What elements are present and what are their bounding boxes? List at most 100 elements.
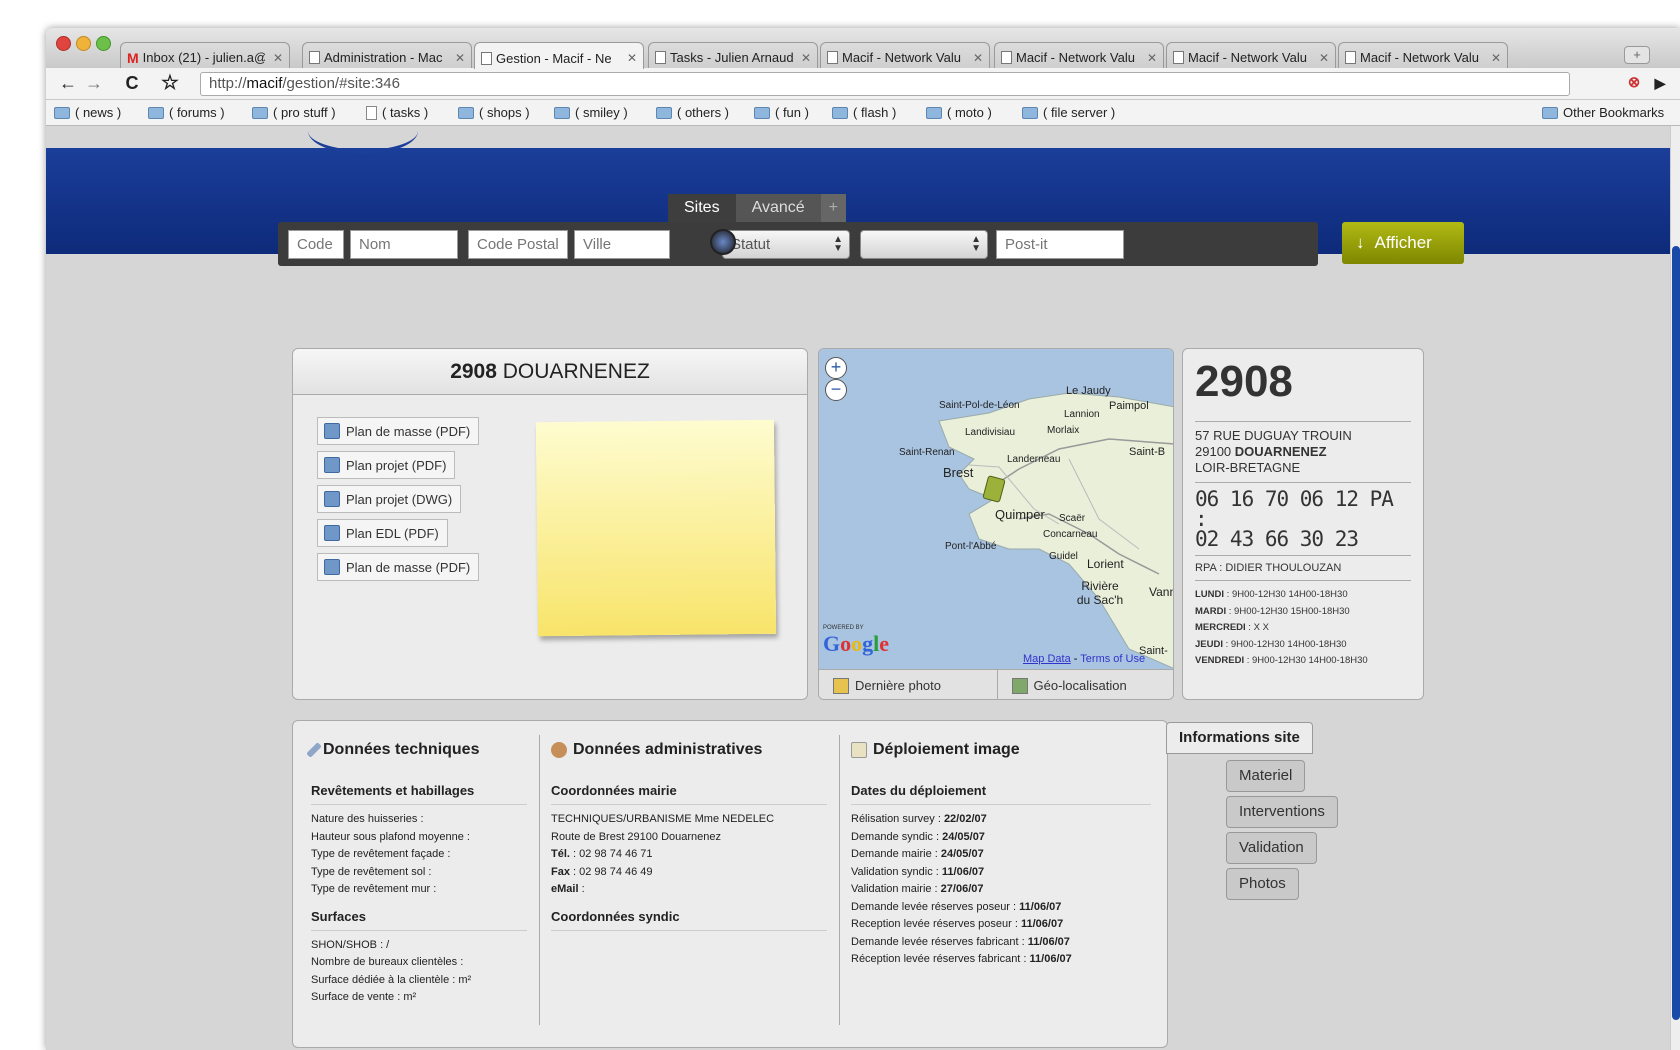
folder-icon <box>252 106 268 119</box>
section-title: Revêtements et habillages <box>311 783 527 805</box>
extension-icon[interactable]: ⊗ <box>1622 72 1646 96</box>
minimize-window-button[interactable] <box>76 36 91 51</box>
document-button[interactable]: Plan de masse (PDF) <box>317 417 480 445</box>
code-input[interactable] <box>288 230 344 259</box>
folder-icon <box>54 106 70 119</box>
page-content: Sites Avancé + Statut▲▼ ▲▼ ↓Afficher 290… <box>46 126 1670 1050</box>
statut-select[interactable]: Statut ▲ ▼ <box>722 230 850 259</box>
folder-icon <box>656 106 672 119</box>
deploy-row: Réception levée réserves fabricant : 11/… <box>851 953 1072 965</box>
side-tab[interactable]: Photos <box>1226 868 1299 900</box>
document-button[interactable]: Plan de masse (PDF) <box>317 553 480 581</box>
side-tab[interactable]: Validation <box>1226 832 1317 864</box>
zoom-out-button[interactable]: − <box>825 379 847 401</box>
scrollbar-thumb[interactable] <box>1672 246 1680 1020</box>
last-photo-button[interactable]: Dernière photo <box>819 670 998 699</box>
folder-icon <box>148 106 164 119</box>
document-button[interactable]: Plan projet (PDF) <box>317 451 456 479</box>
address-bar[interactable]: http://macif/gestion/#site:346 <box>200 72 1570 96</box>
document-button[interactable]: Plan projet (DWG) <box>317 485 462 513</box>
site-info-card: 2908 57 RUE DUGUAY TROUIN 29100 DOUARNEN… <box>1182 348 1424 700</box>
back-button[interactable]: ← <box>56 72 80 96</box>
hours-row: MERCREDI : X X <box>1195 622 1269 633</box>
save-icon <box>324 423 340 439</box>
afficher-button[interactable]: ↓ Afficher <box>1342 222 1464 264</box>
geolocate-icon[interactable] <box>710 229 736 255</box>
secondary-select[interactable]: ▲ ▼ <box>860 230 988 259</box>
forward-button[interactable]: → <box>82 72 106 96</box>
new-tab-button[interactable]: + <box>1624 46 1650 64</box>
tech-title: Données techniques <box>323 741 480 758</box>
admin-column: Données administratives Coordonnées mair… <box>551 735 827 937</box>
browser-tab[interactable]: Administration - Mac ✕ <box>302 42 472 68</box>
nom-input[interactable] <box>350 230 458 259</box>
photo-icon <box>833 677 849 694</box>
other-bookmarks[interactable]: Other Bookmarks <box>1542 105 1664 120</box>
side-tab[interactable]: Informations site <box>1166 722 1313 754</box>
bookmark-star-icon[interactable]: ☆ <box>158 72 182 96</box>
bookmark-item[interactable]: ( moto ) <box>926 105 992 120</box>
save-icon <box>324 491 340 507</box>
browser-tab[interactable]: Macif - Network Valu ✕ <box>1338 42 1508 68</box>
deploy-row: Demande syndic : 24/05/07 <box>851 830 985 843</box>
bookmark-item[interactable]: ( smiley ) <box>554 105 628 120</box>
map-label: Pont-l'Abbé <box>945 541 997 552</box>
bookmark-item[interactable]: ( flash ) <box>832 105 896 120</box>
field-row: Nombre de bureaux clientèles : <box>311 956 464 968</box>
map-data-link[interactable]: Map Data <box>1023 653 1071 665</box>
tab-add[interactable]: + <box>820 194 846 222</box>
google-logo: Google <box>823 631 890 656</box>
page-icon <box>655 51 666 64</box>
code-postal-input[interactable] <box>468 230 568 259</box>
tab-avance[interactable]: Avancé <box>735 194 821 222</box>
tab-sites[interactable]: Sites <box>668 194 736 222</box>
close-tab-icon[interactable]: ✕ <box>455 51 465 65</box>
map-label: Concarneau <box>1043 529 1098 540</box>
terms-link[interactable]: Terms of Use <box>1080 653 1145 665</box>
folder-icon <box>554 106 570 119</box>
browser-tab[interactable]: Gestion - Macif - Ne ✕ <box>474 42 644 69</box>
bookmark-item[interactable]: ( file server ) <box>1022 105 1115 120</box>
folder-icon <box>1542 106 1558 119</box>
map[interactable]: + − Le Jaudy Paimpol Saint-Pol-de-Léon L… <box>819 349 1173 669</box>
browser-tab[interactable]: M Inbox (21) - julien.a@ ✕ <box>120 42 290 68</box>
close-window-button[interactable] <box>56 36 71 51</box>
map-label: Scaër <box>1059 513 1086 524</box>
bookmark-item[interactable]: ( fun ) <box>754 105 809 120</box>
bookmark-item[interactable]: ( others ) <box>656 105 729 120</box>
bookmark-item[interactable]: ( shops ) <box>458 105 530 120</box>
document-button[interactable]: Plan EDL (PDF) <box>317 519 448 547</box>
zoom-window-button[interactable] <box>96 36 111 51</box>
browser-tab[interactable]: Macif - Network Valu ✕ <box>820 42 990 68</box>
zoom-in-button[interactable]: + <box>825 357 847 379</box>
browser-tab[interactable]: Tasks - Julien Arnaud ✕ <box>648 42 818 68</box>
side-tab[interactable]: Interventions <box>1226 796 1338 828</box>
close-tab-icon[interactable]: ✕ <box>273 51 283 65</box>
bookmark-item[interactable]: ( news ) <box>54 105 121 120</box>
deploy-title: Déploiement image <box>873 741 1020 758</box>
bookmark-item[interactable]: ( forums ) <box>148 105 225 120</box>
close-tab-icon[interactable]: ✕ <box>1147 51 1157 65</box>
postit-note[interactable] <box>535 419 777 637</box>
close-tab-icon[interactable]: ✕ <box>973 51 983 65</box>
vertical-scrollbar[interactable] <box>1670 126 1680 1050</box>
page-menu-icon[interactable]: ▶ <box>1648 72 1672 96</box>
close-tab-icon[interactable]: ✕ <box>1319 51 1329 65</box>
details-panel: Données techniques Revêtements et habill… <box>292 720 1168 1048</box>
browser-tab[interactable]: Macif - Network Valu ✕ <box>994 42 1164 68</box>
close-tab-icon[interactable]: ✕ <box>801 51 811 65</box>
hours-row: JEUDI : 9H00-12H30 14H00-18H30 <box>1195 638 1347 650</box>
close-tab-icon[interactable]: ✕ <box>1491 51 1501 65</box>
postit-input[interactable] <box>996 230 1124 259</box>
ville-input[interactable] <box>574 230 670 259</box>
mairie-fax: Fax : 02 98 74 46 49 <box>551 865 653 878</box>
close-tab-icon[interactable]: ✕ <box>627 51 637 65</box>
tab-title: Macif - Network Valu <box>1188 50 1307 65</box>
reload-button[interactable]: C <box>120 72 144 96</box>
field-row: Surface de vente : m² <box>311 991 417 1003</box>
search-tabs: Sites Avancé + <box>668 194 846 222</box>
tab-bar: M Inbox (21) - julien.a@ ✕ Administration -… <box>46 28 1680 69</box>
side-tab[interactable]: Materiel <box>1226 760 1306 792</box>
browser-tab[interactable]: Macif - Network Valu ✕ <box>1166 42 1336 68</box>
geolocalisation-button[interactable]: Géo-localisation <box>998 670 1174 699</box>
